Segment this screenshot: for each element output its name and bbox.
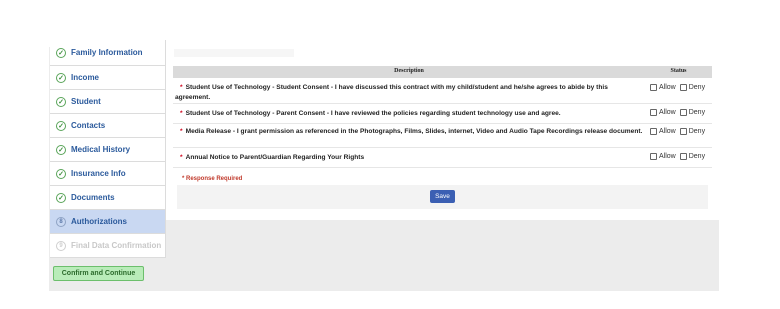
sidebar-item-medical-history[interactable]: ✓ Medical History — [50, 138, 165, 162]
sidebar-item-label: Authorizations — [71, 217, 127, 226]
table-row: * Student Use of Technology - Parent Cons… — [173, 104, 712, 124]
sidebar-item-label: Final Data Confirmation — [71, 241, 162, 250]
row-description: * Student Use of Technology - Student Con… — [175, 83, 643, 103]
required-bullet: * — [180, 110, 183, 117]
check-circle-icon: ✓ — [56, 72, 66, 83]
sidebar-item-label: Income — [71, 73, 100, 82]
check-circle-icon: ✓ — [56, 96, 66, 107]
row-text: Student Use of Technology - Parent Conse… — [185, 110, 561, 117]
sidebar-item-label: Medical History — [71, 145, 131, 154]
deny-label: Deny — [688, 84, 706, 91]
sidebar-item-label: Family Information — [71, 48, 143, 57]
sidebar-nav: ✓ Family Information ✓ Income ✓ Student … — [50, 40, 166, 258]
row-text: Student Use of Technology - Student Cons… — [175, 84, 608, 101]
deny-checkbox[interactable] — [679, 109, 687, 116]
sidebar-item-income[interactable]: ✓ Income — [50, 66, 165, 90]
allow-label: Allow — [659, 128, 676, 135]
table-row: * Student Use of Technology - Student Con… — [173, 80, 712, 104]
step-number-icon: 8 — [56, 216, 66, 227]
table-header: Description Status — [173, 66, 712, 78]
confirm-and-continue-button[interactable]: Confirm and Continue — [53, 266, 144, 281]
allow-option[interactable]: Allow — [650, 128, 676, 135]
authorizations-panel: Description Status * Student Use of Techn… — [166, 47, 719, 220]
sidebar-item-authorizations[interactable]: 8 Authorizations — [50, 210, 165, 234]
sidebar-item-final-data-confirmation: 9 Final Data Confirmation — [50, 234, 165, 258]
sidebar-item-label: Insurance Info — [71, 169, 126, 178]
deny-label: Deny — [688, 128, 706, 135]
row-description: * Student Use of Technology - Parent Cons… — [175, 109, 643, 119]
allow-label: Allow — [659, 153, 676, 160]
description-column-header: Description — [394, 68, 424, 74]
save-button[interactable]: Save — [430, 190, 455, 203]
deny-checkbox[interactable] — [679, 128, 687, 135]
deny-checkbox[interactable] — [679, 84, 687, 91]
table-row: * Annual Notice to Parent/Guardian Regard… — [173, 148, 712, 168]
faded-header — [174, 49, 294, 57]
row-description: * Annual Notice to Parent/Guardian Regard… — [175, 153, 643, 163]
sidebar-item-label: Documents — [71, 193, 115, 202]
row-status: Allow Deny — [650, 153, 712, 160]
deny-option[interactable]: Deny — [679, 84, 706, 91]
row-status: Allow Deny — [650, 128, 712, 135]
allow-label: Allow — [659, 109, 676, 116]
deny-option[interactable]: Deny — [679, 109, 706, 116]
required-bullet: * — [180, 128, 183, 135]
allow-checkbox[interactable] — [650, 109, 657, 116]
check-circle-icon: ✓ — [56, 168, 66, 179]
row-description: * Media Release - I grant permission as r… — [175, 127, 643, 137]
sidebar-item-family-information[interactable]: ✓ Family Information — [50, 40, 165, 66]
allow-checkbox[interactable] — [650, 153, 657, 160]
sidebar-item-student[interactable]: ✓ Student — [50, 90, 165, 114]
save-bar: Save — [177, 185, 708, 209]
deny-label: Deny — [688, 153, 706, 160]
deny-option[interactable]: Deny — [679, 128, 706, 135]
sidebar-item-insurance-info[interactable]: ✓ Insurance Info — [50, 162, 165, 186]
allow-checkbox[interactable] — [650, 84, 657, 91]
deny-checkbox[interactable] — [679, 153, 687, 160]
row-status: Allow Deny — [650, 84, 712, 91]
check-circle-icon: ✓ — [56, 120, 66, 131]
sidebar-item-label: Contacts — [71, 121, 106, 130]
check-circle-icon: ✓ — [56, 144, 66, 155]
deny-label: Deny — [688, 109, 706, 116]
allow-option[interactable]: Allow — [650, 153, 676, 160]
required-bullet: * — [180, 154, 183, 161]
required-bullet: * — [180, 84, 183, 91]
allow-checkbox[interactable] — [650, 128, 657, 135]
allow-option[interactable]: Allow — [650, 84, 676, 91]
check-circle-icon: ✓ — [56, 192, 66, 203]
row-text: Annual Notice to Parent/Guardian Regardi… — [185, 154, 365, 161]
response-required-note: * Response Required — [182, 176, 243, 182]
sidebar-item-contacts[interactable]: ✓ Contacts — [50, 114, 165, 138]
allow-option[interactable]: Allow — [650, 109, 676, 116]
sidebar-item-documents[interactable]: ✓ Documents — [50, 186, 165, 210]
status-column-header: Status — [670, 68, 687, 74]
allow-label: Allow — [659, 84, 676, 91]
table-row: * Media Release - I grant permission as r… — [173, 124, 712, 148]
sidebar-item-label: Student — [71, 97, 101, 106]
step-number-icon: 9 — [56, 240, 66, 251]
row-status: Allow Deny — [650, 109, 712, 116]
check-circle-icon: ✓ — [56, 47, 66, 58]
row-text: Media Release - I grant permission as re… — [185, 128, 643, 135]
deny-option[interactable]: Deny — [679, 153, 706, 160]
